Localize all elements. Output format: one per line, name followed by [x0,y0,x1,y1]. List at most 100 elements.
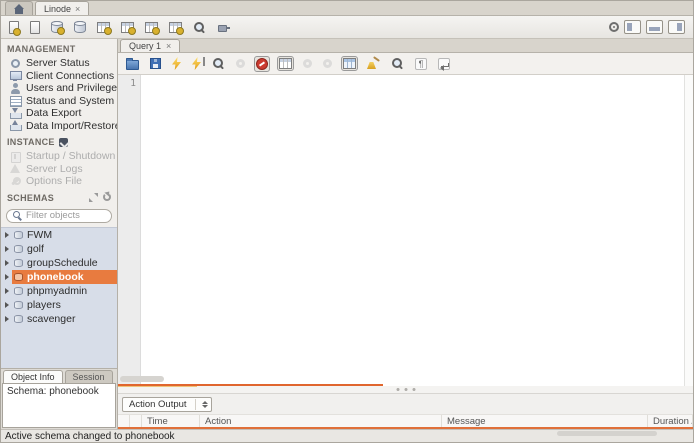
refresh-icon[interactable] [103,193,111,201]
search-table-data-button[interactable] [193,21,206,34]
open-sql-script-icon [30,21,40,34]
reconnect-dbms-button[interactable] [217,21,230,33]
home-icon [14,4,24,14]
execute-current-lightning-icon [192,57,201,70]
schema-row-fwm[interactable]: FWM [1,228,117,242]
new-view-icon [97,22,110,33]
expander-icon[interactable] [1,288,12,294]
schema-name: players [27,299,61,311]
stop-button[interactable] [234,57,247,70]
sidebar-item-label: Client Connections [26,70,114,82]
output-col-message[interactable]: Message [442,415,648,427]
code-surface[interactable] [141,75,684,386]
expander-icon[interactable] [1,232,12,238]
schema-icon [14,301,23,309]
tab-object-info[interactable]: Object Info [3,370,63,383]
sql-code-editor[interactable]: 1 [118,75,693,386]
sidebar-item-startup-shutdown[interactable]: Startup / Shutdown [1,150,117,163]
save-script-button[interactable] [148,56,163,71]
open-script-button[interactable] [124,55,141,72]
expander-icon[interactable] [1,246,12,252]
sidebar-item-data-export[interactable]: Data Export [1,107,117,120]
mysql-workbench-window: Linode × MANAGEMENT Server Status [0,0,694,443]
schema-icon [14,259,23,267]
toggle-word-wrap-button[interactable] [436,56,452,72]
output-col-action[interactable]: Action [200,415,442,427]
expand-panel-icon[interactable] [89,193,98,202]
stop-on-error-icon [256,58,268,70]
toggle-left-panel-button[interactable] [624,20,641,34]
find-button[interactable] [389,55,406,72]
new-stored-procedure-button[interactable] [121,22,134,33]
new-event-button[interactable] [169,22,182,33]
data-import-icon [10,120,21,131]
home-tab[interactable] [5,1,33,15]
expander-icon[interactable] [1,302,12,308]
horizontal-scrollbar-thumb[interactable] [120,376,164,382]
schema-row-phonebook[interactable]: phonebook [1,270,117,284]
filter-objects-input[interactable] [26,210,105,221]
vertical-scrollbar[interactable] [684,75,693,386]
sidebar-item-users-privileges[interactable]: Users and Privileges [1,82,117,95]
sidebar-item-options-file[interactable]: Options File [1,175,117,188]
sidebar-item-label: Server Logs [26,163,83,175]
new-sql-tab-icon [9,21,19,34]
query-tab-1[interactable]: Query 1 × [120,39,180,52]
editor-progress-line [118,384,383,386]
schema-row-scavenger[interactable]: scavenger [1,312,117,326]
autocommit-icon [343,58,356,69]
new-schema-button[interactable] [51,21,63,33]
toggle-stop-on-error-button[interactable] [254,56,270,72]
execute-lightning-icon [172,57,181,70]
tab-session[interactable]: Session [65,370,113,383]
open-folder-icon [126,60,139,70]
execute-button[interactable] [170,55,183,72]
new-function-button[interactable] [145,22,158,33]
panel-splitter[interactable] [118,386,693,394]
sidebar-item-label: Users and Privileges [26,82,117,94]
sidebar-item-server-status[interactable]: Server Status [1,57,117,70]
schema-row-players[interactable]: players [1,298,117,312]
navigator-sidebar: MANAGEMENT Server Status Client Connecti… [1,39,118,429]
line-number-gutter: 1 [118,75,141,386]
new-view-button[interactable] [97,22,110,33]
expander-icon[interactable] [1,260,12,266]
close-icon[interactable]: × [166,41,171,51]
new-sql-tab-button[interactable] [9,21,19,34]
toggle-right-panel-button[interactable] [668,20,685,34]
explain-button[interactable] [210,55,227,72]
new-table-button[interactable] [74,21,86,33]
connection-tab-linode[interactable]: Linode × [35,1,89,15]
instance-header-label: INSTANCE [7,137,55,147]
toggle-autocommit-button[interactable] [341,56,358,71]
connection-tabbar: Linode × [1,1,693,16]
expander-icon[interactable] [1,316,12,322]
rollback-button[interactable] [321,57,334,70]
search-icon [13,211,22,220]
sidebar-item-server-logs[interactable]: Server Logs [1,163,117,176]
schemas-header-label: SCHEMAS [7,193,54,203]
close-icon[interactable]: × [75,4,80,14]
output-col-duration[interactable]: Duration / Fetch [648,415,693,427]
schema-row-groupschedule[interactable]: groupSchedule [1,256,117,270]
output-view-select[interactable]: Action Output [122,397,212,412]
sidebar-item-label: Data Export [26,107,81,119]
output-col-time[interactable]: Time [142,415,200,427]
beautify-button[interactable] [365,55,382,72]
open-sql-script-button[interactable] [30,21,40,34]
toggle-invisible-chars-button[interactable] [413,56,429,72]
new-stored-procedure-icon [121,22,134,33]
schema-row-phpmyadmin[interactable]: phpmyadmin [1,284,117,298]
expander-icon[interactable] [1,274,12,280]
output-horizontal-scrollbar-thumb[interactable] [557,431,657,436]
rollback-icon [323,59,332,68]
sidebar-item-client-connections[interactable]: Client Connections [1,70,117,83]
execute-current-button[interactable] [190,55,203,72]
limit-rows-button[interactable] [277,56,294,71]
commit-button[interactable] [301,57,314,70]
sidebar-item-system-variables[interactable]: Status and System Variables [1,95,117,108]
client-connections-icon [10,70,21,81]
sidebar-item-data-import[interactable]: Data Import/Restore [1,120,117,133]
schema-row-golf[interactable]: golf [1,242,117,256]
toggle-bottom-panel-button[interactable] [646,20,663,34]
